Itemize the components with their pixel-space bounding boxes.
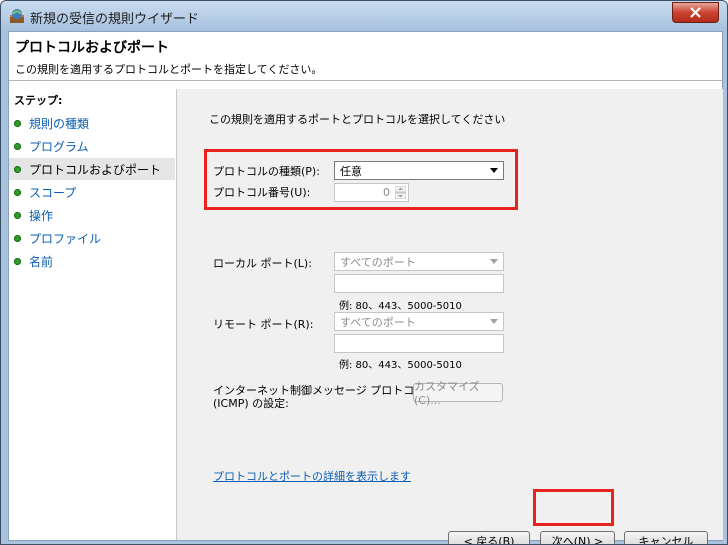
local-port-value: すべてのポート: [340, 255, 416, 269]
firewall-icon: [10, 9, 24, 23]
remote-port-example: 例: 80、443、5000-5010: [339, 360, 462, 371]
remote-port-input[interactable]: [334, 334, 504, 353]
step-dot-icon: [14, 188, 21, 196]
window-title: 新規の受信の規則ウイザード: [30, 12, 200, 27]
local-port-example: 例: 80、443、5000-5010: [339, 301, 462, 312]
steps-title: ステップ:: [14, 94, 63, 107]
step-label: プロトコルおよびポート: [29, 162, 162, 177]
remote-port-dropdown[interactable]: すべてのポート: [334, 312, 504, 331]
chevron-down-icon: [490, 319, 498, 324]
step-dot-icon: [14, 142, 21, 150]
step-label: プログラム: [29, 139, 89, 154]
highlight-protocol-box: [204, 149, 518, 210]
step-name[interactable]: 名前: [9, 250, 175, 272]
instruction-text: この規則を適用するポートとプロトコルを選択してください: [209, 113, 506, 126]
back-button[interactable]: < 戻る(B): [448, 531, 530, 544]
close-button[interactable]: [672, 2, 719, 23]
local-port-dropdown[interactable]: すべてのポート: [334, 252, 504, 271]
step-dot-icon: [14, 234, 21, 242]
local-port-input[interactable]: [334, 274, 504, 293]
step-profile[interactable]: プロファイル: [9, 227, 175, 249]
steps-panel: ステップ: 規則の種類 プログラム プロトコルおよびポート スコープ 操作 プロ…: [9, 89, 175, 540]
close-icon: [690, 7, 701, 18]
icmp-label-2: (ICMP) の設定:: [213, 397, 289, 410]
highlight-next-button: [533, 489, 614, 526]
step-action[interactable]: 操作: [9, 204, 175, 226]
wizard-content: プロトコルおよびポート この規則を適用するプロトコルとポートを指定してください。…: [8, 31, 723, 544]
details-link[interactable]: プロトコルとポートの詳細を表示します: [213, 468, 411, 484]
step-program[interactable]: プログラム: [9, 135, 175, 157]
remote-port-label: リモート ポート(R):: [213, 318, 314, 331]
chevron-down-icon: [490, 259, 498, 264]
step-label: 名前: [29, 254, 54, 269]
step-label: スコープ: [29, 185, 77, 200]
step-label: プロファイル: [29, 231, 102, 246]
step-protocol-ports[interactable]: プロトコルおよびポート: [9, 158, 175, 180]
next-button[interactable]: 次へ(N) >: [540, 531, 615, 544]
step-dot-icon: [14, 165, 21, 173]
step-dot-icon: [14, 119, 21, 127]
page-subtitle: この規則を適用するプロトコルとポートを指定してください。: [15, 63, 323, 76]
cancel-button[interactable]: キャンセル: [624, 531, 708, 544]
step-label: 規則の種類: [29, 116, 90, 131]
customize-button[interactable]: カスタマイズ(C)...: [413, 380, 503, 407]
step-scope[interactable]: スコープ: [9, 181, 175, 203]
wizard-header: プロトコルおよびポート この規則を適用するプロトコルとポートを指定してください。: [9, 32, 722, 81]
local-port-label: ローカル ポート(L):: [213, 257, 312, 270]
step-dot-icon: [14, 257, 21, 265]
wizard-window: 新規の受信の規則ウイザード プロトコルおよびポート この規則を適用するプロトコル…: [0, 0, 728, 545]
title-bar[interactable]: 新規の受信の規則ウイザード: [1, 1, 727, 31]
page-title: プロトコルおよびポート: [15, 40, 169, 56]
step-rule-type[interactable]: 規則の種類: [9, 112, 175, 134]
step-dot-icon: [14, 211, 21, 219]
step-label: 操作: [29, 208, 54, 223]
remote-port-value: すべてのポート: [340, 315, 416, 329]
